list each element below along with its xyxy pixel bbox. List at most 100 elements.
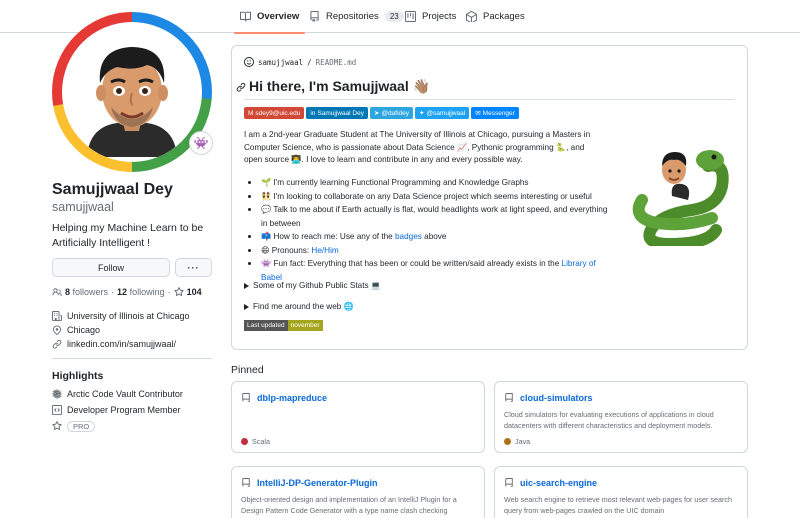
repo-icon — [242, 478, 250, 487]
repo-description: Web search engine to retrieve most relev… — [504, 495, 732, 515]
stats-summary-toggle[interactable]: Some of my Github Public Stats 💻 — [244, 281, 381, 291]
followers-link[interactable]: 8 followers — [65, 287, 108, 297]
highlight-label: Arctic Code Vault Contributor — [67, 389, 183, 399]
profile-details: University of Illinois at Chicago Chicag… — [52, 309, 190, 351]
sidebar-divider — [52, 358, 212, 359]
readme-owner[interactable]: samujjwaal — [258, 58, 303, 67]
alien-monster-icon: 👾 — [193, 136, 209, 150]
linkedin-badge[interactable]: in Samujjwaal Dey — [306, 107, 368, 119]
tab-packages-label: Packages — [483, 11, 525, 22]
star-icon — [173, 287, 184, 296]
tab-projects[interactable]: Projects — [405, 0, 456, 33]
website-row[interactable]: linkedin.com/in/samujjwaal/ — [52, 337, 190, 351]
highlight-pro[interactable]: PRO — [52, 418, 183, 434]
gmail-icon: M — [248, 109, 254, 117]
organization-label: University of Illinois at Chicago — [67, 311, 190, 321]
people-icon — [52, 288, 62, 297]
pinned-repo-header: dblp-mapreduce — [241, 393, 327, 403]
organization-row: University of Illinois at Chicago — [52, 309, 190, 323]
twitter-badge[interactable]: ✦ @samujjwaal — [415, 107, 470, 119]
intro-text: I am a 2nd-year Graduate Student at The … — [244, 130, 591, 164]
pinned-title: Pinned — [231, 364, 264, 376]
profile-login: samujjwaal — [52, 200, 114, 214]
repo-description: Cloud simulators for evaluating executio… — [504, 410, 714, 430]
more-options-button[interactable]: ··· — [175, 258, 212, 277]
badge-label: Messenger — [482, 109, 515, 117]
web-summary-label: Find me around the web 🌐 — [253, 302, 354, 311]
profile-avatar[interactable] — [52, 12, 212, 172]
following-link[interactable]: 12 following — [117, 287, 165, 297]
tab-packages[interactable]: Packages — [466, 0, 525, 33]
list-item: 📫 How to reach me: Use any of the badges… — [244, 230, 614, 244]
gmail-badge[interactable]: M sdey9@uic.edu — [244, 107, 305, 119]
pinned-repo-card[interactable]: dblp-mapreduce Scala — [231, 381, 485, 453]
repo-icon — [505, 478, 513, 487]
repo-name-link[interactable]: cloud-simulators — [520, 393, 593, 403]
profile-bio: Helping my Machine Learn to be Artificia… — [52, 222, 204, 249]
twitter-icon: ✦ — [419, 110, 425, 117]
bullet-text: 😄 Pronouns: — [261, 245, 312, 255]
bullet-text: 💬 Talk to me about if Earth actually is … — [261, 205, 608, 228]
pinned-repo-card[interactable]: cloud-simulators Cloud simulators for ev… — [494, 381, 748, 453]
badge-label: @dafidey — [381, 109, 410, 117]
book-icon — [240, 11, 251, 22]
location-row: Chicago — [52, 323, 190, 337]
readme-heading: Hi there, I'm Samujjwaal 👋🏽 — [236, 78, 430, 95]
badges-link[interactable]: badges — [395, 232, 422, 241]
repo-language: Java — [504, 437, 530, 446]
pinned-repo-card[interactable]: IntelliJ-DP-Generator-Plugin Object-orie… — [231, 466, 485, 518]
follow-button[interactable]: Follow — [52, 258, 170, 277]
repositories-counter: 23 — [384, 11, 404, 22]
messenger-badge[interactable]: ✉ Messenger — [471, 107, 519, 119]
repo-name-link[interactable]: dblp-mapreduce — [257, 393, 327, 403]
project-icon — [405, 11, 416, 22]
web-summary-toggle[interactable]: Find me around the web 🌐 — [244, 302, 354, 312]
stats-summary-label: Some of my Github Public Stats 💻 — [253, 281, 382, 290]
social-separator: · — [111, 287, 115, 297]
contact-badges: M sdey9@uic.edu in Samujjwaal Dey ➤ @daf… — [244, 107, 519, 119]
list-item: 😄 Pronouns: He/Him — [244, 244, 614, 258]
following-count: 12 — [117, 287, 128, 297]
highlight-developer-program[interactable]: Developer Program Member — [52, 402, 183, 418]
smiley-icon — [244, 57, 254, 67]
pinned-repo-card[interactable]: uic-search-engine Web search engine to r… — [494, 466, 748, 518]
highlights-title: Highlights — [52, 370, 104, 382]
link-icon[interactable] — [236, 82, 246, 92]
readme-filename[interactable]: README.md — [316, 58, 357, 67]
pronouns-link[interactable]: He/Him — [311, 246, 338, 255]
readme-heading-text: Hi there, I'm Samujjwaal 👋🏽 — [249, 78, 431, 94]
badge-label: Samujjwaal Dey — [317, 109, 364, 117]
status-emoji[interactable]: 👾 — [189, 131, 213, 155]
tab-overview[interactable]: Overview — [233, 0, 306, 34]
location-label: Chicago — [67, 325, 101, 335]
pinned-repo-header: cloud-simulators — [504, 393, 593, 403]
list-item: 👾 Fun fact: Everything that has been or … — [244, 257, 614, 284]
profile-readme: samujjwaal / README.md Hi there, I'm Sam… — [231, 45, 748, 350]
telegram-badge[interactable]: ➤ @dafidey — [370, 107, 414, 119]
language-label: Scala — [252, 437, 270, 446]
repo-name-link[interactable]: uic-search-engine — [520, 478, 597, 488]
bullet-text: above — [421, 232, 447, 241]
linkedin-icon: in — [310, 109, 316, 117]
repo-language: Scala — [241, 437, 270, 446]
caret-right-icon — [244, 283, 249, 289]
followers-count: 8 — [65, 287, 71, 297]
repo-icon — [310, 11, 319, 22]
bitmoji-avatar — [67, 27, 197, 157]
pinned-repo-header: IntelliJ-DP-Generator-Plugin — [241, 478, 378, 488]
badge-label: sdey9@uic.edu — [255, 109, 301, 117]
repo-name-link[interactable]: IntelliJ-DP-Generator-Plugin — [257, 478, 378, 488]
highlight-arctic-vault[interactable]: Arctic Code Vault Contributor — [52, 386, 183, 402]
package-icon — [466, 11, 477, 22]
organization-icon — [52, 311, 62, 321]
link-icon — [52, 339, 62, 349]
tab-repositories[interactable]: Repositories 23 — [309, 0, 404, 33]
last-updated-badge: Last updated november — [244, 320, 323, 331]
bullet-text: 🌱 I'm currently learning Functional Prog… — [261, 178, 529, 187]
pro-badge: PRO — [67, 420, 96, 432]
linkedin-link[interactable]: linkedin.com/in/samujjwaal/ — [67, 339, 176, 349]
tab-projects-label: Projects — [422, 11, 457, 22]
repo-icon — [505, 393, 513, 402]
last-updated-value: november — [287, 320, 323, 331]
stars-count[interactable]: 104 — [187, 287, 202, 297]
